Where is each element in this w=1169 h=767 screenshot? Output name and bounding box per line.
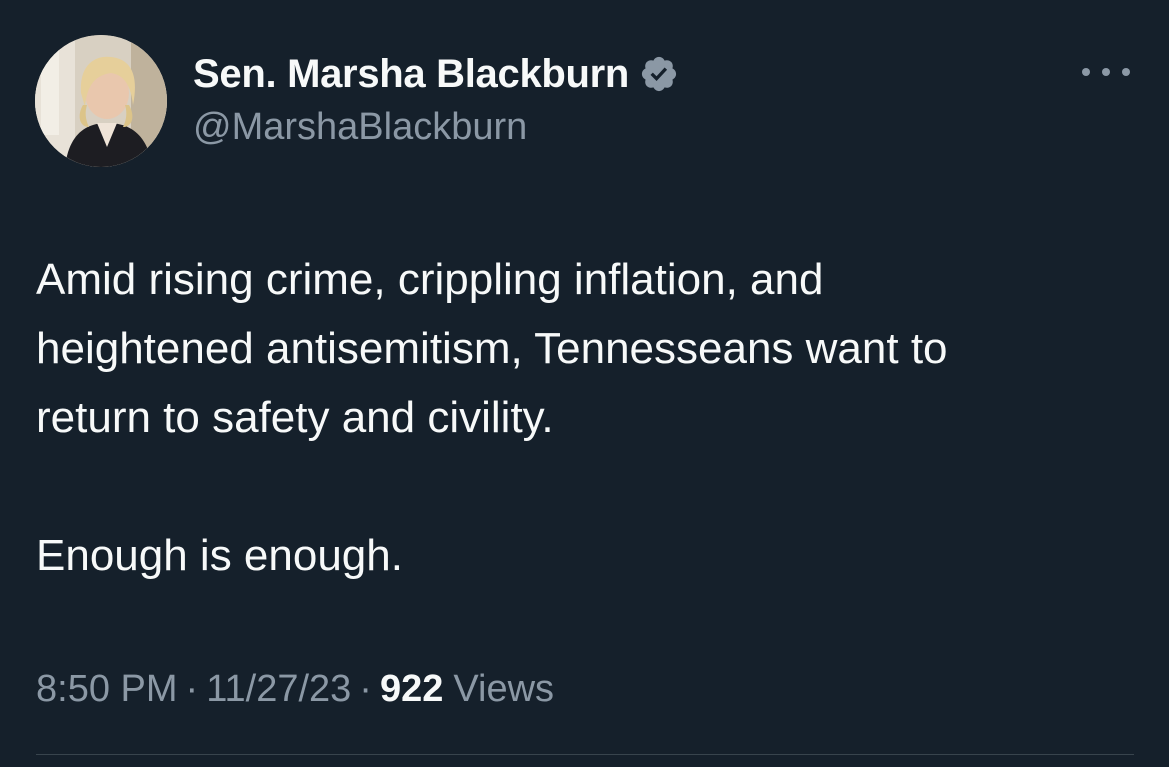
tweet-text-line: Amid rising crime, crippling inflation, … [36,255,824,304]
author-handle[interactable]: @MarshaBlackburn [193,106,527,149]
avatar[interactable] [35,35,167,167]
paragraph-spacer [36,452,1146,521]
tweet-text-line: return to safety and civility. [36,393,554,442]
tweet-meta: 8:50 PM · 11/27/23 · 922 Views [36,668,554,711]
avatar-photo [35,35,167,167]
tweet-detail: Sen. Marsha Blackburn @MarshaBlackburn A… [0,0,1169,767]
tweet-date[interactable]: 11/27/23 [206,668,351,711]
verified-badge-icon[interactable] [639,54,679,94]
more-dot [1082,68,1090,76]
meta-separator: · [359,668,372,710]
views-count[interactable]: 922 [380,668,443,711]
more-dot [1122,68,1130,76]
tweet-time[interactable]: 8:50 PM [36,668,178,711]
author-name-row: Sen. Marsha Blackburn [193,50,679,98]
more-options-icon[interactable] [1082,60,1130,84]
tweet-text-line: heightened antisemitism, Tennesseans wan… [36,324,948,373]
divider [36,754,1134,755]
more-dot [1102,68,1110,76]
tweet-text-line: Enough is enough. [36,531,403,580]
meta-separator: · [185,668,199,710]
author-display-name[interactable]: Sen. Marsha Blackburn [193,52,629,97]
tweet-text: Amid rising crime, crippling inflation, … [36,245,1146,590]
views-label[interactable]: Views [453,668,554,711]
